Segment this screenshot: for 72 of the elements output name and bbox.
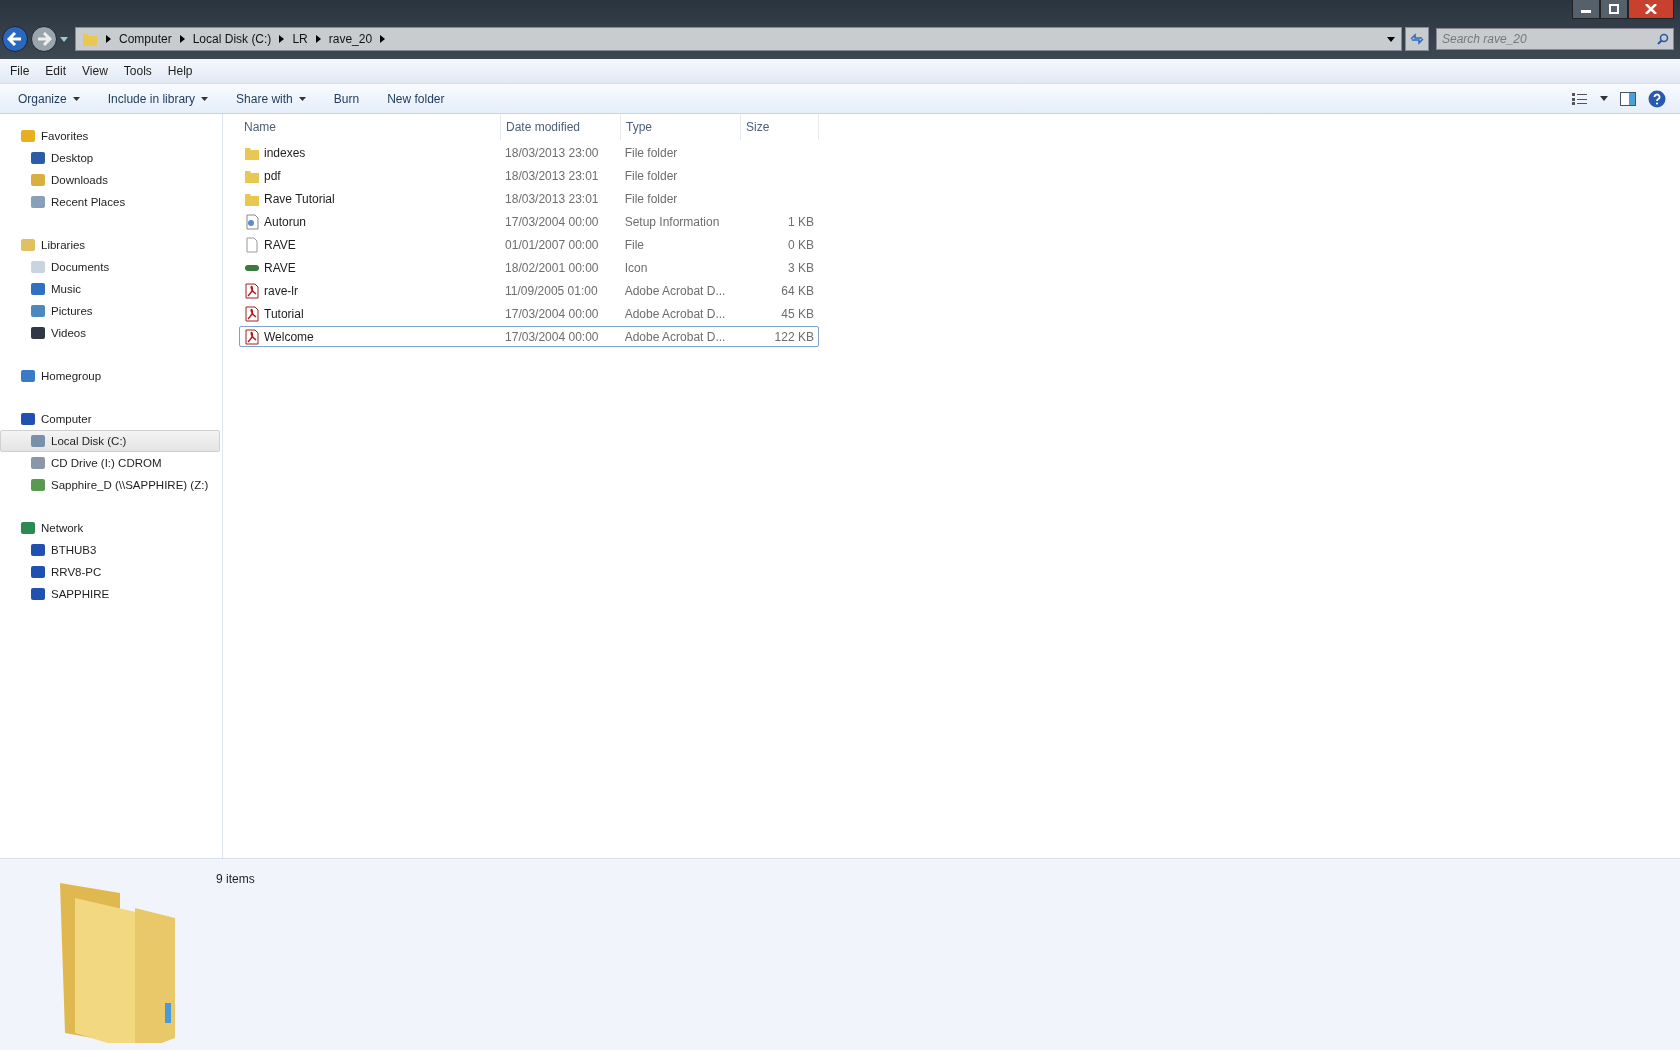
file-name[interactable]: rave-lr xyxy=(264,283,298,298)
size-cell: 1 KB xyxy=(787,214,814,229)
size-cell: 122 KB xyxy=(774,329,814,344)
type-cell-text: Adobe Acrobat D... xyxy=(623,306,727,321)
date-cell-text: 18/03/2013 23:01 xyxy=(504,168,600,183)
menu-item[interactable]: Tools xyxy=(115,64,160,78)
sidebar-item[interactable]: Videos xyxy=(0,322,220,344)
date-cell-text: 17/03/2004 00:00 xyxy=(504,329,600,344)
item-count: 9 items xyxy=(216,872,255,886)
size-cell: 64 KB xyxy=(781,283,814,298)
size-cell: 45 KB xyxy=(781,306,814,321)
sidebar-item[interactable]: Downloads xyxy=(0,169,220,191)
column-header[interactable]: Type xyxy=(621,114,741,140)
file-name[interactable]: indexes xyxy=(264,145,306,160)
breadcrumb[interactable]: Computer xyxy=(119,32,172,46)
sidebar-item[interactable]: BTHUB3 xyxy=(0,539,220,561)
date-cell-text: 17/03/2004 00:00 xyxy=(504,214,600,229)
type-cell-text: Adobe Acrobat D... xyxy=(623,283,727,298)
sidebar-item[interactable]: Favorites xyxy=(0,125,220,147)
sidebar-item[interactable]: SAPPHIRE xyxy=(0,583,220,605)
file-name[interactable]: RAVE xyxy=(264,260,296,275)
search-field[interactable]: Search rave_20 xyxy=(1436,28,1674,50)
type-cell-text: File folder xyxy=(623,191,679,206)
file-name[interactable]: Rave Tutorial xyxy=(264,191,335,206)
menu-item[interactable]: Edit xyxy=(37,64,75,78)
file-name[interactable]: Welcome xyxy=(264,329,314,344)
type-cell-text: Setup Information xyxy=(623,214,721,229)
breadcrumb[interactable]: Local Disk (C:) xyxy=(192,32,272,46)
column-header[interactable]: Date modified xyxy=(501,114,621,140)
sidebar-item[interactable]: RRV8-PC xyxy=(0,561,220,583)
date-cell-text: 18/03/2013 23:00 xyxy=(504,145,600,160)
type-cell-text: Adobe Acrobat D... xyxy=(623,329,727,344)
toolbar-button[interactable]: New folder xyxy=(379,91,453,106)
type-cell-text: File folder xyxy=(623,168,679,183)
address-bar[interactable]: Computer Local Disk (C:) LR rave_20 xyxy=(75,27,1402,51)
file-name[interactable]: RAVE xyxy=(264,237,296,252)
menu-item[interactable]: View xyxy=(74,64,116,78)
column-header[interactable]: Name xyxy=(239,114,501,140)
sidebar-item[interactable]: Sapphire_D (\\SAPPHIRE) (Z:) xyxy=(0,474,220,496)
date-cell-text: 11/09/2005 01:00 xyxy=(504,283,599,298)
sidebar-item[interactable]: Desktop xyxy=(0,147,220,169)
sidebar-item[interactable]: Libraries xyxy=(0,234,220,256)
type-cell-text: Icon xyxy=(623,260,649,275)
date-cell-text: 18/03/2013 23:01 xyxy=(504,191,600,206)
toolbar-button[interactable]: Share with xyxy=(228,91,314,106)
size-cell: 0 KB xyxy=(787,237,814,252)
menu-item[interactable]: File xyxy=(2,64,38,78)
toolbar-button[interactable]: Burn xyxy=(325,91,368,106)
date-cell-text: 01/01/2007 00:00 xyxy=(504,237,600,252)
sidebar-item[interactable]: Documents xyxy=(0,256,220,278)
toolbar-button[interactable]: Include in library xyxy=(99,91,217,106)
file-name[interactable]: pdf xyxy=(264,168,281,183)
date-cell-text: 17/03/2004 00:00 xyxy=(504,306,600,321)
type-cell-text: File xyxy=(623,237,645,252)
date-cell-text: 18/02/2001 00:00 xyxy=(504,260,600,275)
sidebar-item[interactable]: Recent Places xyxy=(0,191,220,213)
toolbar-button[interactable]: Organize xyxy=(10,91,88,106)
breadcrumb[interactable]: LR xyxy=(292,32,308,46)
sidebar-item[interactable]: Homegroup xyxy=(0,365,220,387)
menu-item[interactable]: Help xyxy=(159,64,201,78)
sidebar-item[interactable]: Local Disk (C:) xyxy=(0,430,220,452)
file-name[interactable]: Autorun xyxy=(264,214,307,229)
sidebar-item[interactable]: Computer xyxy=(0,408,220,430)
sidebar-item[interactable]: CD Drive (I:) CDROM xyxy=(0,452,220,474)
type-cell-text: File folder xyxy=(623,145,679,160)
column-header[interactable]: Size xyxy=(741,114,819,140)
file-name[interactable]: Tutorial xyxy=(264,306,304,321)
size-cell: 3 KB xyxy=(787,260,814,275)
breadcrumb[interactable]: rave_20 xyxy=(328,32,373,46)
sidebar-item[interactable]: Pictures xyxy=(0,300,220,322)
sidebar-item[interactable]: Music xyxy=(0,278,220,300)
sidebar-item[interactable]: Network xyxy=(0,517,220,539)
